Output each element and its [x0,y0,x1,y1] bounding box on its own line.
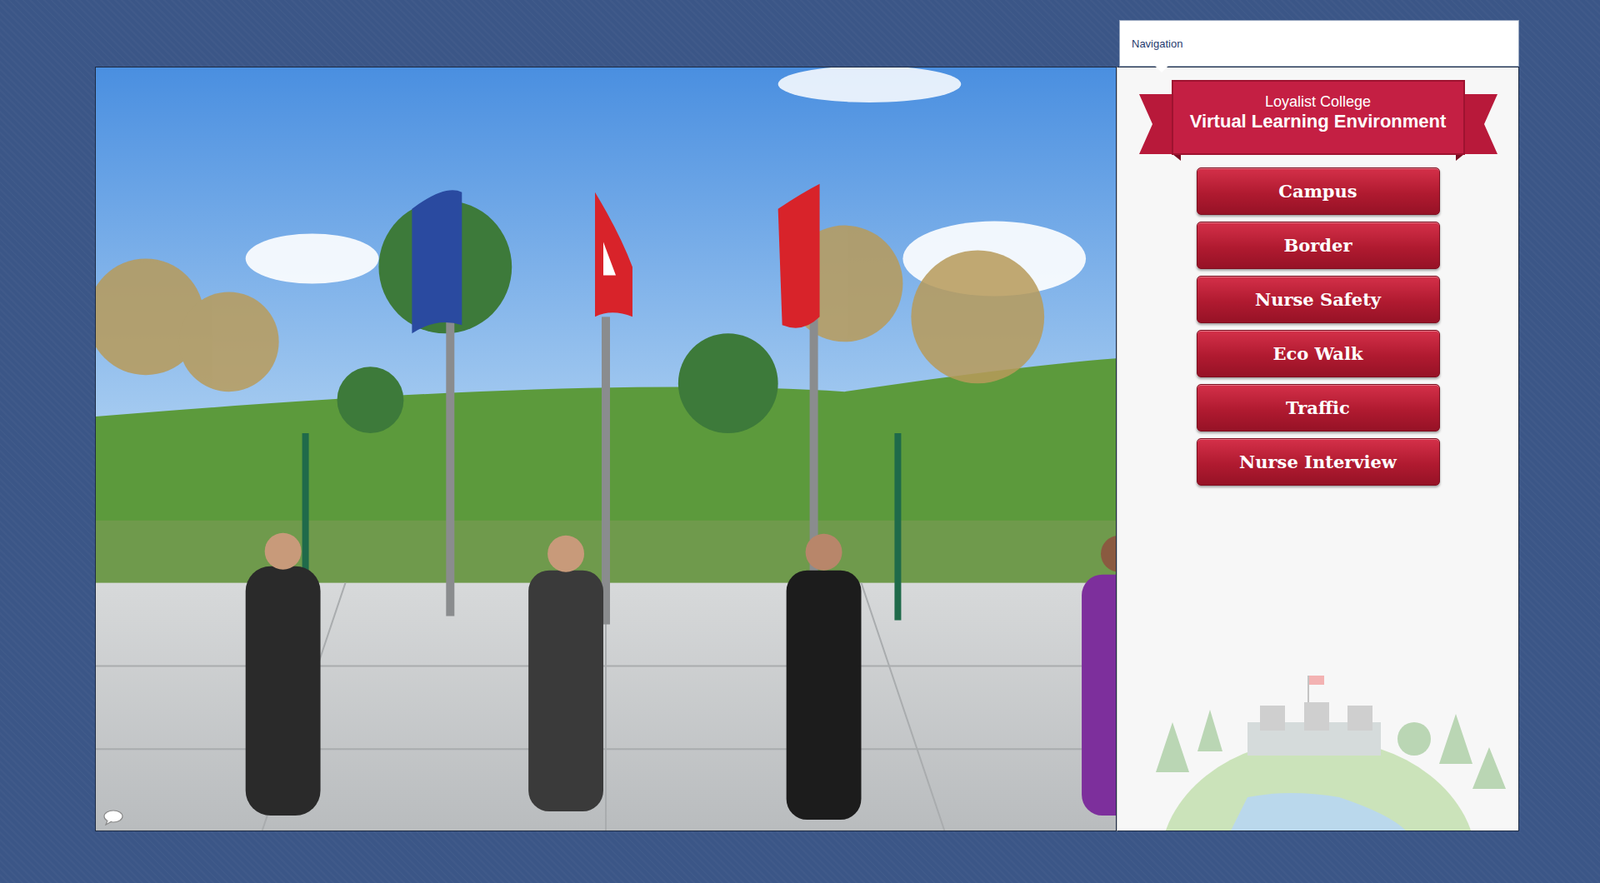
banner-title: Virtual Learning Environment [1190,110,1447,133]
banner-subtitle: Loyalist College [1265,92,1371,111]
college-banner: Loyalist College Virtual Learning Enviro… [1139,77,1498,161]
nav-button-label: Campus [1278,180,1357,202]
nav-button[interactable]: Traffic [1196,384,1440,432]
nav-button[interactable]: Nurse Interview [1196,438,1440,486]
tab-pointer [1155,65,1169,73]
nav-button-label: Eco Walk [1272,343,1363,365]
nav-button[interactable]: Campus [1196,167,1440,215]
chat-bubble-icon[interactable] [102,809,125,826]
nav-button[interactable]: Eco Walk [1196,330,1440,378]
navigation-panel: Loyalist College Virtual Learning Enviro… [1116,66,1520,832]
globe-icon [1122,672,1515,831]
navigation-title: Navigation [1131,37,1183,50]
nav-button[interactable]: Nurse Safety [1196,275,1440,324]
navigation-tab: Navigation [1119,20,1520,67]
nav-button[interactable]: Border [1196,221,1440,270]
scene-image [95,67,1116,831]
navigation-buttons: Campus Border Nurse Safety Eco Walk Traffic N… [1196,167,1440,486]
virtual-world-view[interactable] [95,66,1117,832]
nav-button-label: Traffic [1285,397,1350,419]
nav-button-label: Border [1284,235,1353,256]
nav-button-label: Nurse Safety [1255,289,1381,310]
nav-button-label: Nurse Interview [1239,451,1397,473]
